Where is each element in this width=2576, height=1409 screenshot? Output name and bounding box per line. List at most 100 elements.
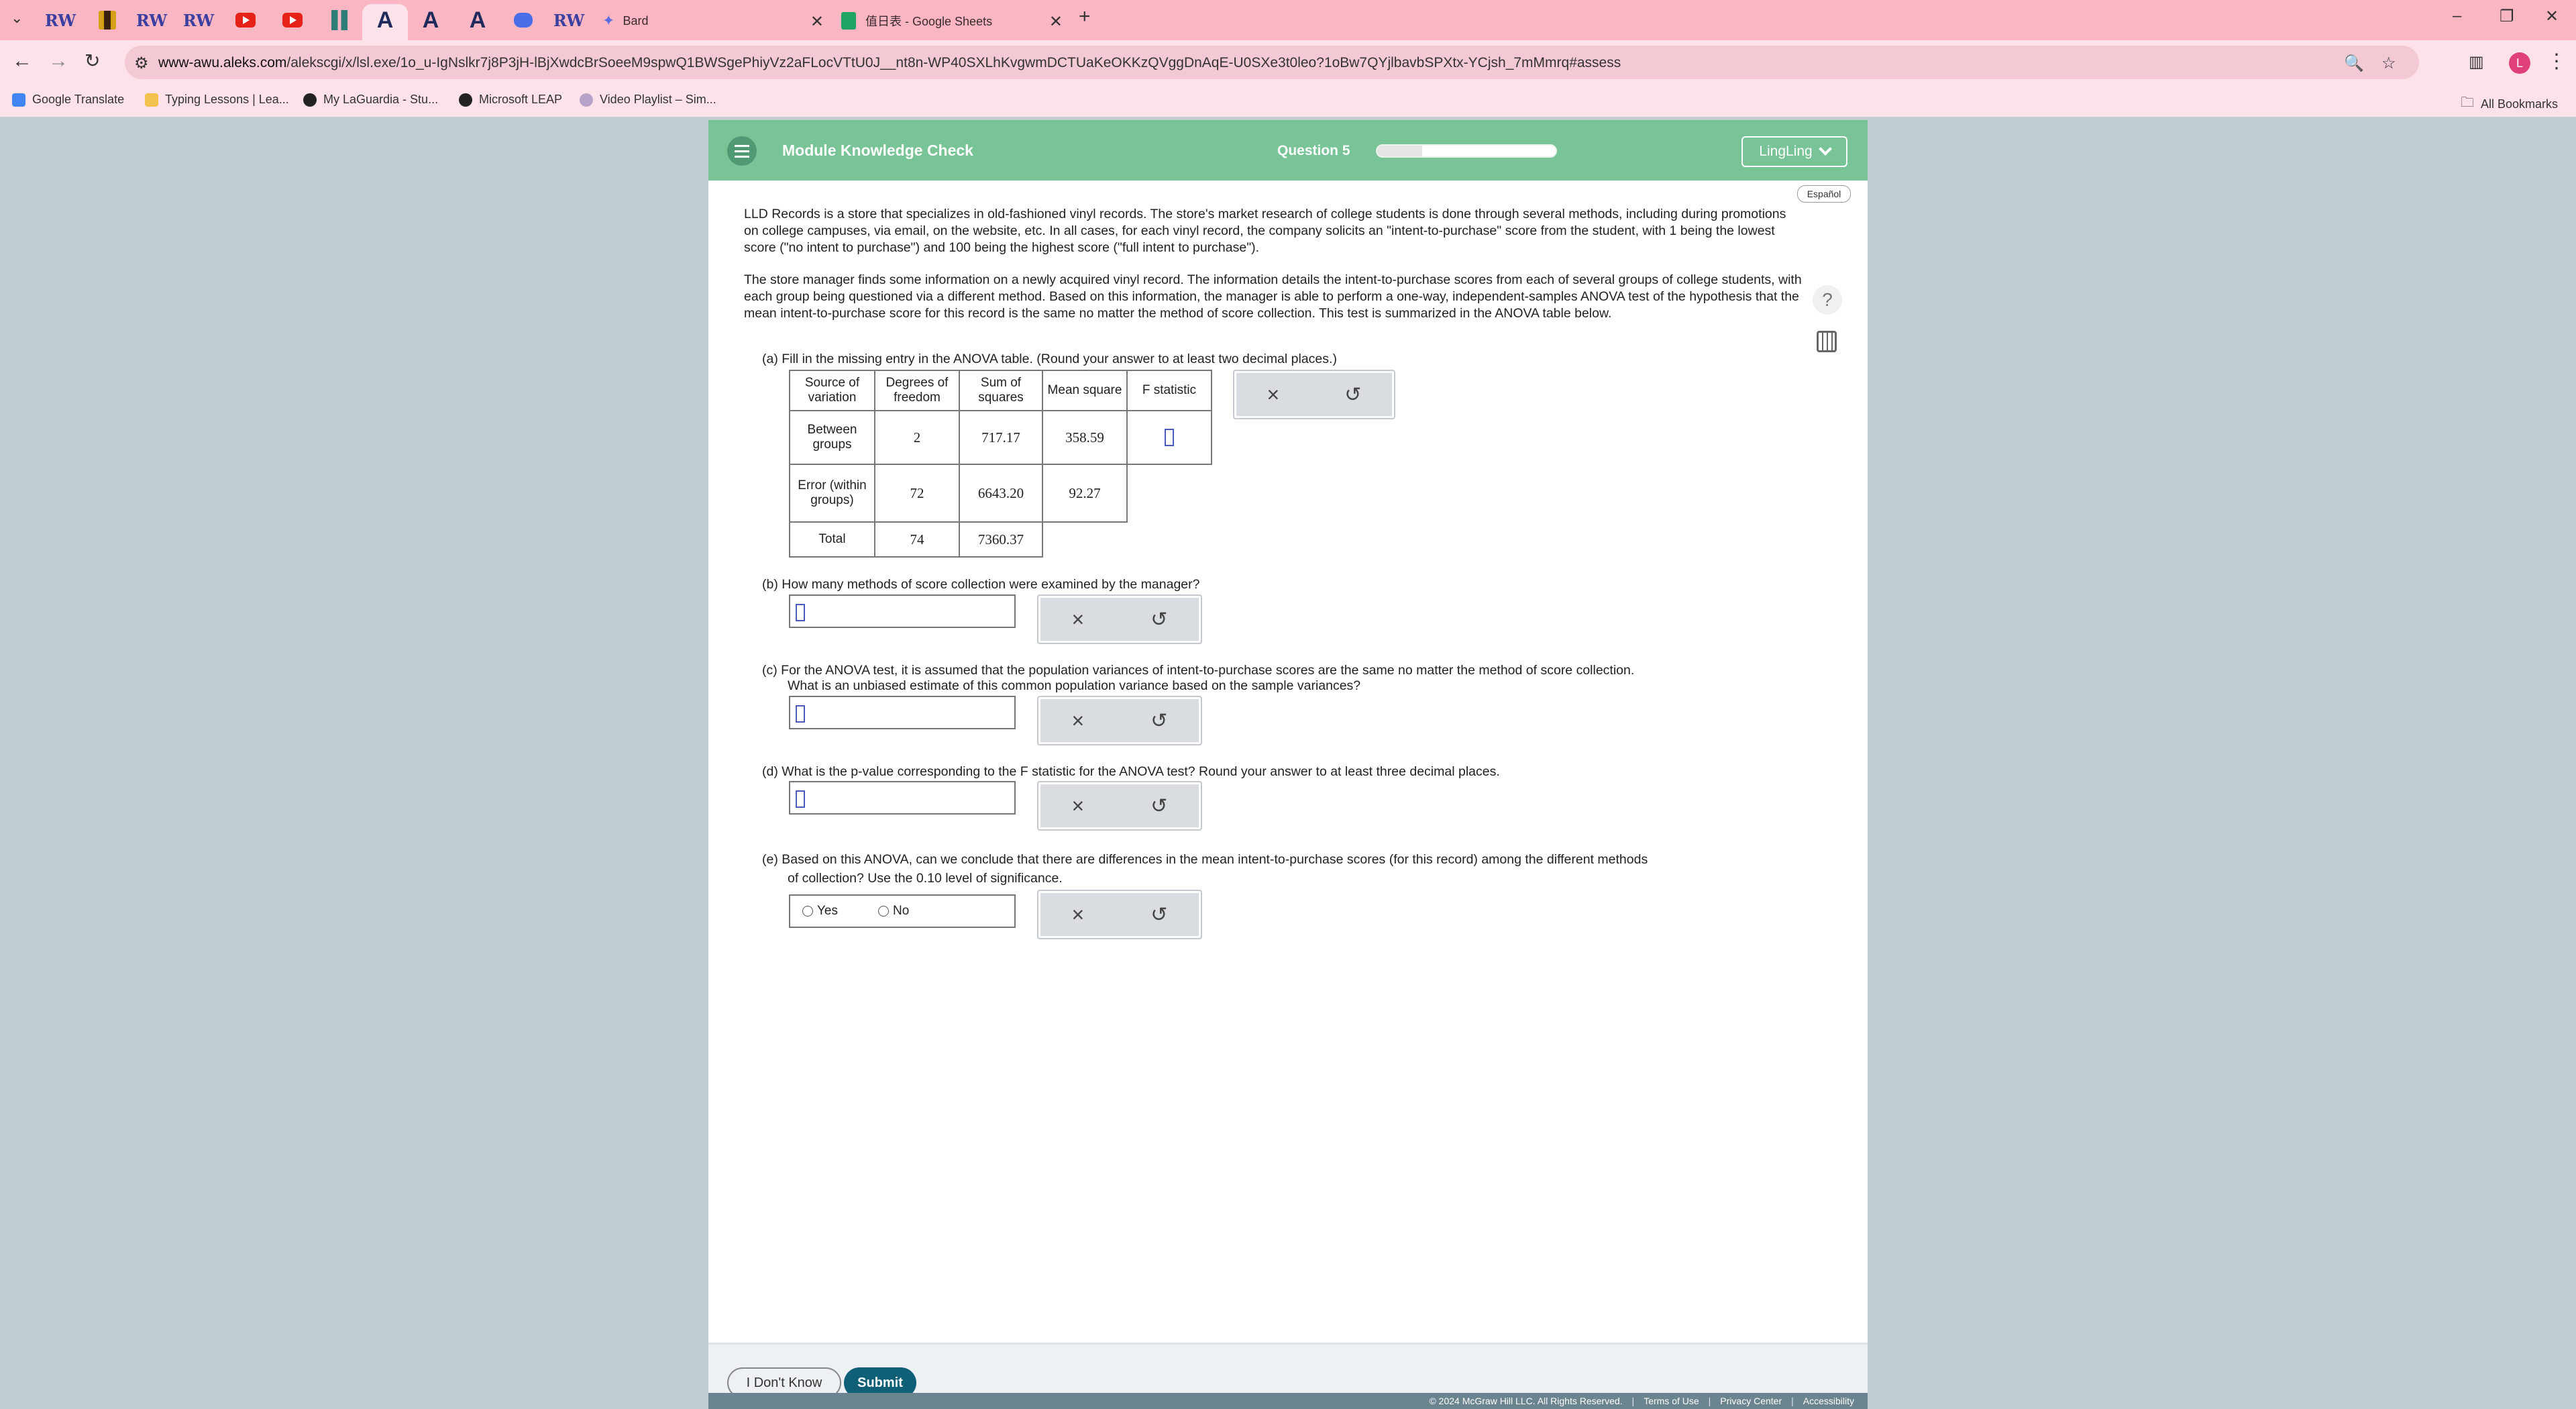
row-ss: 717.17 (959, 410, 1043, 465)
part-c-tool-panel: × ↺ (1037, 696, 1202, 745)
folder-icon: 🗀 (2461, 95, 2474, 110)
tab-favicon-youtube[interactable] (233, 8, 258, 32)
radio-yes[interactable]: Yes (802, 904, 838, 919)
tab-favicon-blue[interactable] (511, 8, 535, 32)
tab-search-chevron-icon[interactable]: ⌄ (11, 9, 23, 27)
reload-icon[interactable]: ↻ (85, 50, 100, 72)
clear-icon[interactable]: × (1072, 709, 1085, 733)
undo-icon[interactable]: ↺ (1150, 608, 1167, 631)
divider: | (1791, 1396, 1794, 1406)
tab-favicon-rw[interactable]: RW (553, 8, 584, 32)
header-source: Source of variation (789, 370, 875, 411)
clear-icon[interactable]: × (1072, 794, 1085, 819)
restore-icon[interactable]: ❐ (2500, 7, 2514, 26)
bookmark-google-translate[interactable]: Google Translate (12, 93, 124, 107)
module-header: Module Knowledge Check Question 5 LingLi… (708, 120, 1868, 180)
header-ss: Sum of squares (959, 370, 1043, 411)
radio-no[interactable]: No (878, 904, 909, 919)
zoom-icon[interactable]: 🔍 (2344, 54, 2364, 73)
close-window-icon[interactable]: ✕ (2545, 7, 2559, 26)
row-df: 72 (874, 464, 960, 523)
tab-label: Bard (623, 13, 649, 28)
tab-google-sheets[interactable]: 值日表 - Google Sheets ✕ (841, 5, 1063, 36)
legal-bar: © 2024 McGraw Hill LLC. All Rights Reser… (708, 1393, 1868, 1409)
part-e-tool-panel: × ↺ (1037, 890, 1202, 939)
question-number: Question 5 (1277, 143, 1350, 158)
bookmark-microsoft-leap[interactable]: Microsoft LEAP (459, 93, 562, 107)
tab-favicon-aleks[interactable]: A (373, 7, 397, 33)
undo-icon[interactable]: ↺ (1150, 794, 1167, 818)
hamburger-menu-icon[interactable] (727, 136, 757, 166)
tab-favicon-rw[interactable]: RW (183, 8, 214, 32)
progress-fill (1377, 146, 1422, 156)
bookmark-star-icon[interactable]: ☆ (2381, 54, 2396, 73)
bookmark-video-playlist[interactable]: Video Playlist – Sim... (580, 93, 716, 107)
tab-bard[interactable]: ✦ Bard ✕ (602, 5, 824, 36)
address-bar[interactable]: ⚙ www-awu.aleks.com/alekscgi/x/lsl.exe/1… (125, 46, 2419, 79)
part-b-input[interactable] (789, 594, 1016, 628)
forward-arrow-icon[interactable]: → (48, 50, 68, 72)
tab-favicon-rw[interactable]: RW (45, 8, 76, 32)
clear-icon[interactable]: × (1072, 902, 1085, 927)
copyright-text: © 2024 McGraw Hill LLC. All Rights Reser… (1429, 1396, 1623, 1406)
part-d-input[interactable] (789, 781, 1016, 815)
bookmarks-bar: Google Translate Typing Lessons | Lea...… (0, 85, 2576, 117)
undo-icon[interactable]: ↺ (1150, 903, 1167, 927)
close-tab-icon[interactable]: ✕ (1049, 12, 1063, 32)
row-source: Error (within groups) (789, 464, 875, 523)
radio-circle-icon[interactable] (878, 906, 889, 917)
calculator-icon[interactable] (1817, 331, 1837, 352)
side-panel-icon[interactable]: ▥ (2469, 52, 2484, 72)
empty-cell (1127, 464, 1212, 522)
header-f: F statistic (1126, 370, 1212, 411)
help-icon[interactable]: ? (1813, 285, 1842, 315)
part-a-tool-panel: × ↺ (1233, 370, 1395, 419)
browser-tab-bar: ⌄ RW RW RW A A A RW ✦ Bard ✕ 值日表 - Googl… (0, 0, 2576, 40)
divider: | (1631, 1396, 1635, 1406)
header-ms: Mean square (1042, 370, 1128, 411)
espanol-button[interactable]: Español (1797, 185, 1851, 203)
tab-favicon-youtube[interactable] (280, 8, 305, 32)
bookmark-typing-lessons[interactable]: Typing Lessons | Lea... (145, 93, 289, 107)
tab-favicon-aleks[interactable]: A (466, 7, 490, 33)
header-df: Degrees of freedom (874, 370, 960, 411)
f-statistic-input[interactable] (1165, 429, 1174, 446)
profile-avatar[interactable]: L (2509, 52, 2530, 74)
back-arrow-icon[interactable]: ← (12, 50, 32, 72)
close-tab-icon[interactable]: ✕ (810, 12, 824, 32)
privacy-link[interactable]: Privacy Center (1720, 1396, 1782, 1406)
input-cursor (796, 604, 805, 621)
undo-icon[interactable]: ↺ (1344, 383, 1361, 407)
accessibility-link[interactable]: Accessibility (1803, 1396, 1854, 1406)
more-menu-icon[interactable]: ⋮ (2546, 50, 2567, 73)
clear-icon[interactable]: × (1072, 607, 1085, 632)
part-a-prompt: (a) Fill in the missing entry in the ANO… (762, 352, 1337, 366)
tab-favicon-film[interactable] (95, 8, 119, 32)
site-settings-icon[interactable]: ⚙ (134, 54, 149, 73)
radio-circle-icon[interactable] (802, 906, 813, 917)
part-c-input[interactable] (789, 696, 1016, 729)
intro-paragraph-2: The store manager finds some information… (744, 272, 1802, 321)
row-source: Between groups (789, 410, 875, 465)
part-c-prompt: (c) For the ANOVA test, it is assumed th… (762, 663, 1635, 693)
tab-favicon-bars[interactable] (327, 8, 352, 32)
tab-label: 值日表 - Google Sheets (865, 15, 993, 28)
all-bookmarks[interactable]: 🗀 All Bookmarks (2461, 93, 2558, 115)
undo-icon[interactable]: ↺ (1150, 709, 1167, 733)
minimize-icon[interactable]: – (2453, 7, 2461, 25)
tab-favicon-aleks[interactable]: A (419, 7, 443, 33)
clear-icon[interactable]: × (1267, 382, 1280, 407)
part-b-tool-panel: × ↺ (1037, 594, 1202, 644)
chevron-down-icon (1818, 142, 1832, 156)
terms-link[interactable]: Terms of Use (1644, 1396, 1699, 1406)
new-tab-button[interactable]: + (1079, 5, 1091, 28)
globe-icon (459, 93, 472, 107)
bookmark-my-laguardia[interactable]: My LaGuardia - Stu... (303, 93, 438, 107)
table-header-row: Source of variation Degrees of freedom S… (789, 370, 1212, 411)
row-ms: 92.27 (1042, 464, 1128, 523)
part-e-prompt: (e) Based on this ANOVA, can we conclude… (762, 852, 1648, 886)
user-menu-button[interactable]: LingLing (1741, 136, 1847, 167)
tab-favicon-rw[interactable]: RW (136, 8, 167, 32)
f-statistic-input-cell[interactable] (1126, 410, 1212, 465)
intro-paragraph-1: LLD Records is a store that specializes … (744, 207, 1786, 255)
